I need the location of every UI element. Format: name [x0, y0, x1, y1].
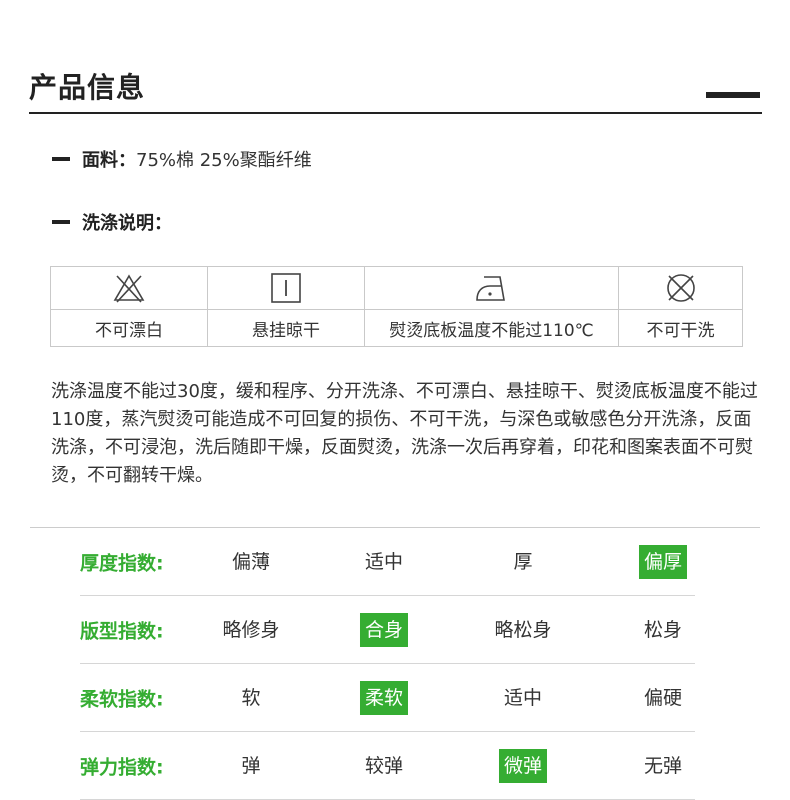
index-row-softness: 柔软指数: 软 柔软 适中 偏硬: [80, 664, 695, 732]
index-option: 偏硬: [643, 686, 683, 709]
care-icon-cell: [618, 266, 743, 310]
index-option: 略修身: [222, 618, 280, 641]
washing-description: 洗涤温度不能过30度，缓和程序、分开洗涤、不可漂白、悬挂晾干、熨烫底板温度不能过…: [51, 381, 758, 486]
bullet-dash-icon: [52, 220, 70, 224]
care-label-hang-dry: 悬挂晾干: [207, 309, 365, 347]
washing-label: 洗涤说明：: [82, 213, 172, 234]
care-icon-cell: [50, 266, 208, 310]
no-dry-clean-icon: [666, 274, 695, 302]
index-option: 适中: [503, 686, 543, 709]
section-title: 产品信息: [29, 71, 146, 104]
index-option: 松身: [643, 618, 683, 641]
index-option: 软: [241, 686, 261, 709]
index-option: 弹: [241, 754, 261, 777]
index-row-elasticity: 弹力指数: 弹 较弹 微弹 无弹: [80, 732, 695, 800]
index-option: 微弹: [498, 748, 548, 783]
index-option: 偏厚: [638, 544, 688, 579]
index-option: 较弹: [364, 754, 404, 777]
title-accent-bar: [706, 92, 760, 98]
index-row-thickness: 厚度指数: 偏薄 适中 厚 偏厚: [80, 528, 695, 596]
index-label: 厚度指数:: [80, 552, 164, 574]
index-option: 略松身: [494, 618, 552, 641]
index-option: 合身: [359, 612, 409, 647]
index-option: 柔软: [359, 680, 409, 715]
index-option: 偏薄: [231, 550, 271, 573]
care-instructions-table: 不可漂白 悬挂晾干 熨烫底板温度不能过110℃ 不可干洗: [50, 266, 743, 347]
index-option: 无弹: [643, 754, 683, 777]
fabric-info: 面料： 75%棉 25%聚酯纤维: [52, 146, 312, 172]
index-option: 厚: [513, 550, 533, 573]
care-icon-cell: [207, 266, 365, 310]
index-row-fit: 版型指数: 略修身 合身 略松身 松身: [80, 596, 695, 664]
hang-dry-icon: [271, 273, 301, 303]
care-label-iron: 熨烫底板温度不能过110℃: [364, 309, 619, 347]
washing-info: 洗涤说明：: [52, 209, 172, 235]
index-label: 柔软指数:: [80, 688, 164, 710]
bullet-dash-icon: [52, 157, 70, 161]
no-bleach-icon: [113, 274, 145, 303]
fabric-value: 75%棉 25%聚酯纤维: [136, 150, 312, 171]
index-label: 弹力指数:: [80, 756, 164, 778]
index-option: 适中: [364, 550, 404, 573]
care-label-no-dry-clean: 不可干洗: [618, 309, 743, 347]
iron-icon: [475, 276, 505, 301]
title-divider: [29, 112, 762, 114]
fabric-label: 面料：: [82, 150, 136, 171]
index-label: 版型指数:: [80, 620, 164, 642]
care-label-no-bleach: 不可漂白: [50, 309, 208, 347]
care-icon-cell: [364, 266, 619, 310]
